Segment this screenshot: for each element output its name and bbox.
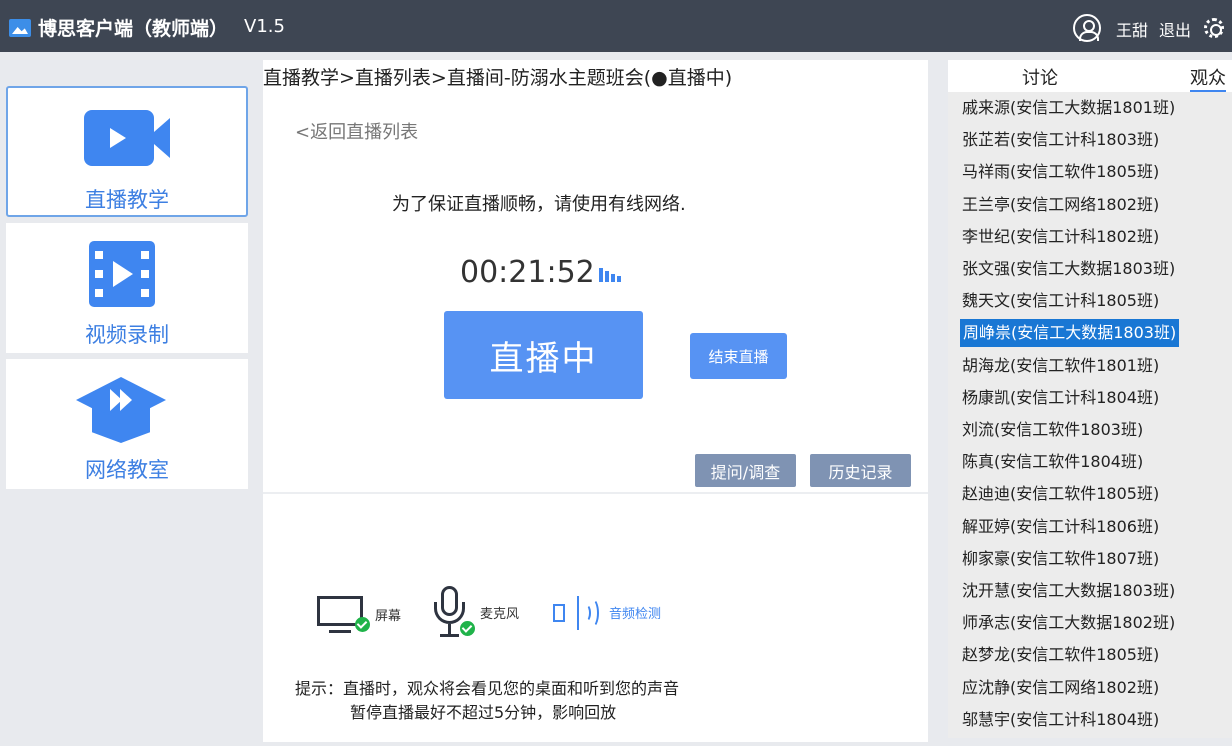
viewer-item[interactable]: 周峥祟(安信工大数据1803班) [960,319,1180,348]
sidebar-item-video-recording[interactable]: 视频录制 [6,223,248,353]
viewer-item[interactable]: 解亚婷(安信工计科1806班) [962,513,1159,541]
sidebar-item-live-teaching[interactable]: 直播教学 [6,86,248,217]
survey-button[interactable]: 提问/调查 [695,454,796,487]
live-timer: 00:21:52 [460,255,595,290]
back-to-list-link[interactable]: <返回直播列表 [295,118,418,144]
app-version: V1.5 [244,16,285,37]
viewer-item[interactable]: 杨康凯(安信工计科1804班) [962,384,1159,412]
breadcrumb: 直播教学>直播列表>直播间-防溺水主题班会(●直播中) [263,63,733,90]
viewer-item[interactable]: 戚来源(安信工大数据1801班) [962,94,1175,122]
check-icon [460,621,475,636]
audio-test-link[interactable]: 音频检测 [609,603,661,622]
gear-icon[interactable] [1204,18,1224,38]
sidebar-item-label: 视频录制 [85,323,169,347]
screen-label: 屏幕 [375,609,402,624]
hint-line-1: 提示：直播时，观众将会看见您的桌面和听到您的声音 [295,679,680,698]
tab-audience[interactable]: 观众 [1190,64,1226,92]
viewer-item[interactable]: 李世纪(安信工计科1802班) [962,223,1159,251]
viewer-item[interactable]: 陈真(安信工软件1804班) [962,448,1143,476]
viewer-item[interactable]: 沈开慧(安信工大数据1803班) [962,577,1175,605]
sidebar-item-label: 直播教学 [85,188,169,212]
live-camera-icon [84,110,154,166]
viewer-list: 戚来源(安信工大数据1801班) 张芷若(安信工计科1803班) 马祥雨(安信工软件… [948,92,1232,738]
film-icon [89,241,155,307]
logout-button[interactable]: 退出 [1159,17,1191,41]
right-tabs: 讨论 观众 [948,60,1232,92]
main-panel [263,60,928,742]
viewer-item[interactable]: 马祥雨(安信工软件1805班) [962,158,1159,186]
viewer-item[interactable]: 张芷若(安信工计科1803班) [962,126,1159,154]
sidebar-item-network-classroom[interactable]: 网络教室 [6,359,248,489]
viewer-item[interactable]: 师承志(安信工大数据1802班) [962,609,1175,637]
viewer-item[interactable]: 胡海龙(安信工软件1801班) [962,352,1159,380]
network-tip: 为了保证直播顺畅，请使用有线网络. [392,194,686,215]
divider [263,492,928,494]
mic-label: 麦克风 [480,607,520,622]
tab-discussion[interactable]: 讨论 [1022,64,1058,90]
live-status-button[interactable]: 直播中 [444,311,643,399]
signal-bars-icon [599,266,627,282]
viewer-item[interactable]: 刘流(安信工软件1803班) [962,416,1143,444]
viewer-item[interactable]: 赵迪迪(安信工软件1805班) [962,480,1159,508]
viewer-item[interactable]: 魏天文(安信工计科1805班) [962,287,1159,315]
viewer-item[interactable]: 邬慧宇(安信工计科1804班) [962,706,1159,734]
sidebar-item-label: 网络教室 [85,458,169,482]
history-button[interactable]: 历史记录 [810,454,911,487]
check-icon [355,617,370,632]
viewer-item[interactable]: 王兰亭(安信工网络1802班) [962,191,1159,219]
hint-line-2: 暂停直播最好不超过5分钟，影响回放 [350,703,617,722]
end-live-button[interactable]: 结束直播 [690,333,787,379]
title-bar: 博思客户端（教师端） V1.5 王甜 退出 [0,0,1232,52]
graduation-cap-icon [76,369,166,449]
username: 王甜 [1116,21,1149,40]
app-title: 博思客户端（教师端） [38,18,229,40]
viewer-item[interactable]: 柳家豪(安信工软件1807班) [962,545,1159,573]
user-icon[interactable] [1073,14,1101,42]
viewer-item[interactable]: 张文强(安信工大数据1803班) [962,255,1175,283]
app-logo-icon [9,19,31,37]
viewer-item[interactable]: 应沈静(安信工网络1802班) [962,674,1159,702]
viewer-item[interactable]: 赵梦龙(安信工软件1805班) [962,641,1159,669]
speaker-icon[interactable] [553,592,601,634]
